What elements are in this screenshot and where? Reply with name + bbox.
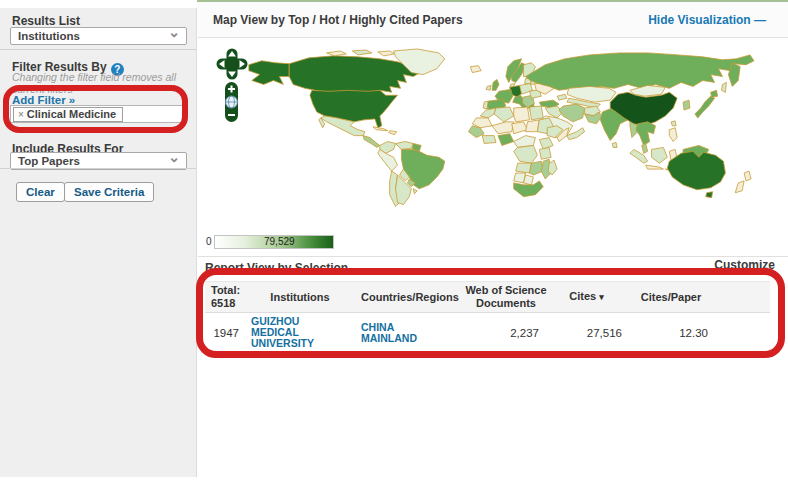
results-list-value: Institutions xyxy=(18,30,80,42)
country-shape xyxy=(630,85,665,96)
country-shape xyxy=(482,136,496,144)
country-shape xyxy=(516,163,532,173)
country-shape xyxy=(539,147,551,159)
filter-sidebar: Results List Institutions ⌄ Filter Resul… xyxy=(0,8,197,477)
country-shape xyxy=(512,122,528,134)
country-shape xyxy=(470,66,481,73)
country-shape xyxy=(494,107,514,122)
country-shape xyxy=(683,100,690,110)
country-shape xyxy=(526,53,754,90)
save-criteria-button[interactable]: Save Criteria xyxy=(64,182,154,202)
country-shape xyxy=(514,107,530,122)
country-shape xyxy=(559,104,585,122)
country-shape xyxy=(646,165,664,169)
country-shape xyxy=(529,161,543,175)
country-shape xyxy=(671,121,676,126)
country-shape xyxy=(529,106,543,120)
annotation-report-table xyxy=(196,268,785,358)
country-shape xyxy=(524,175,534,185)
divider xyxy=(0,49,196,50)
map-visualization: 0 79,529 xyxy=(198,38,788,257)
hide-visualization-link[interactable]: Hide Visualization — xyxy=(648,13,766,27)
country-shape xyxy=(486,85,491,90)
country-shape xyxy=(363,136,380,148)
country-shape xyxy=(378,51,395,56)
include-results-value: Top Papers xyxy=(18,155,80,167)
results-list-select[interactable]: Institutions ⌄ xyxy=(10,27,187,45)
world-map[interactable] xyxy=(206,47,786,239)
country-shape xyxy=(669,128,677,142)
collapse-icon: — xyxy=(754,13,766,27)
country-shape xyxy=(706,192,713,198)
country-shape xyxy=(667,151,725,189)
country-shape xyxy=(396,142,414,150)
country-shape xyxy=(389,131,397,135)
country-shape xyxy=(735,181,744,193)
country-shape xyxy=(695,96,715,118)
esi-map-page: Results List Institutions ⌄ Filter Resul… xyxy=(0,0,788,482)
country-shape xyxy=(557,94,567,100)
chevron-down-icon: ⌄ xyxy=(168,149,180,165)
country-shape xyxy=(492,79,499,90)
legend-min: 0 xyxy=(206,236,212,247)
chevron-down-icon: ⌄ xyxy=(168,24,180,40)
map-view-header: Map View by Top / Hot / Highly Cited Pap… xyxy=(198,2,788,38)
country-shape xyxy=(483,101,488,109)
country-shape xyxy=(492,122,514,134)
country-shape xyxy=(514,145,538,163)
country-shape xyxy=(413,189,417,194)
divider xyxy=(0,168,196,169)
country-shape xyxy=(636,122,656,146)
country-shape xyxy=(721,82,726,92)
clear-button[interactable]: Clear xyxy=(16,182,65,202)
results-list-label: Results List xyxy=(12,14,80,28)
country-shape xyxy=(642,143,648,153)
country-shape xyxy=(327,51,347,56)
map-view-title: Map View by Top / Hot / Highly Cited Pap… xyxy=(213,13,463,27)
legend-max: 79,529 xyxy=(264,236,295,247)
country-shape xyxy=(352,50,372,55)
country-shape xyxy=(373,127,388,131)
map-zoom-control[interactable] xyxy=(224,82,239,122)
map-pan-control[interactable] xyxy=(216,48,248,80)
annotation-add-filter xyxy=(3,85,188,133)
country-shape xyxy=(711,90,718,97)
country-shape xyxy=(480,108,496,118)
country-shape xyxy=(612,143,617,148)
country-shape xyxy=(249,61,289,85)
country-shape xyxy=(744,171,751,181)
country-shape xyxy=(498,134,514,146)
country-shape xyxy=(652,147,668,163)
